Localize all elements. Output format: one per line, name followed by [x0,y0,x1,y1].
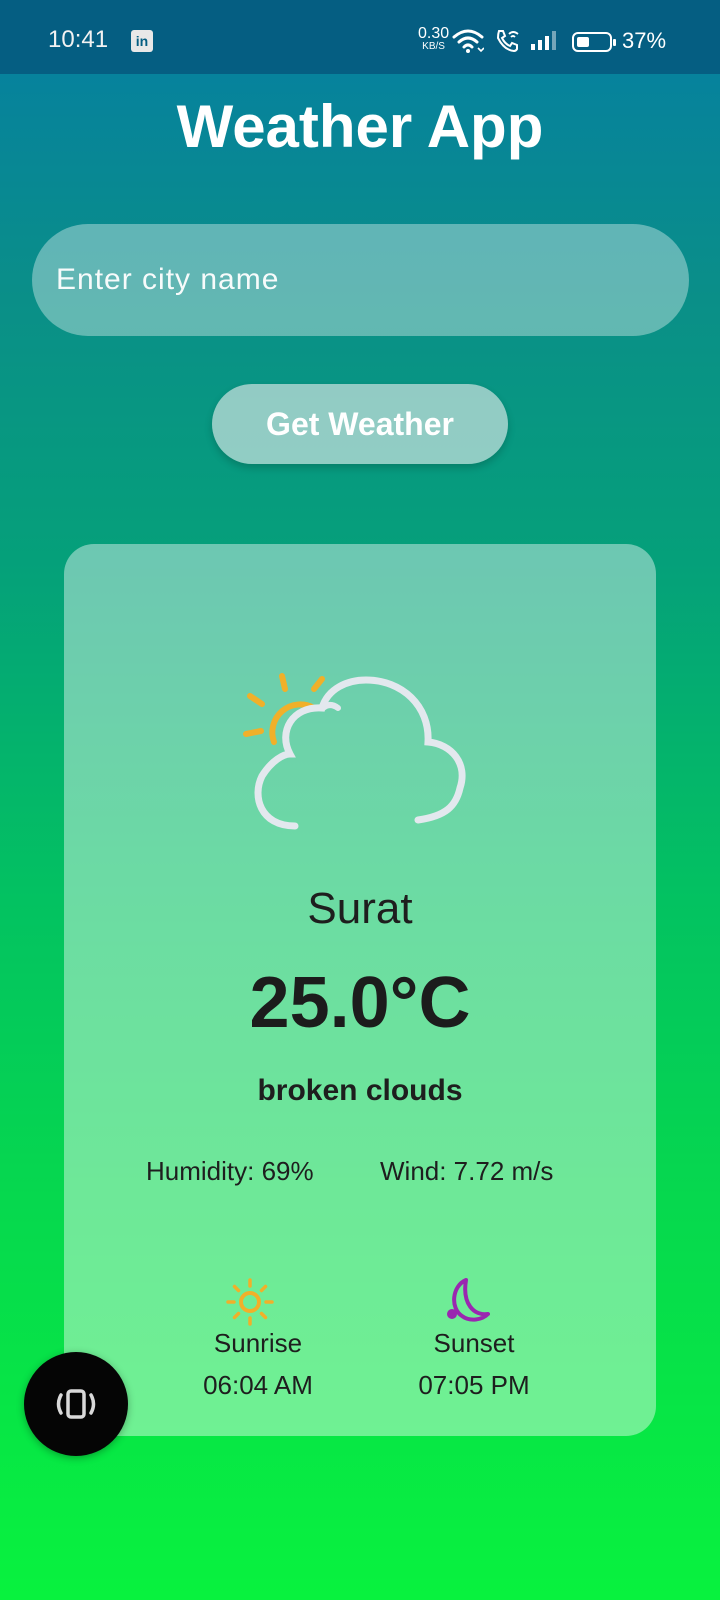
weather-card: Surat 25.0°C broken clouds Humidity: 69%… [64,544,656,1436]
page-title: Weather App [176,93,544,160]
sunset-time: 07:05 PM [418,1370,530,1400]
wifi-call-icon [496,30,519,53]
weather-description: broken clouds [257,1074,463,1107]
city-name: Surat [307,884,413,933]
get-weather-button[interactable]: Get Weather [212,384,508,464]
network-speed-value: 0.30 [418,25,450,42]
wind-value: Wind: 7.72 m/s [380,1156,554,1186]
network-speed-unit: KB/S [422,41,445,52]
screen-rotate-icon [56,1389,96,1419]
network-speed: 0.30 KB/S [418,26,449,52]
sunrise-label: Sunrise [213,1328,303,1358]
signal-icon [531,31,556,50]
city-search-input[interactable] [32,224,689,336]
moon-icon [447,1278,490,1322]
sun-icon [226,1278,274,1326]
temperature: 25.0°C [249,963,471,1043]
wifi-icon [452,29,484,53]
partly-cloudy-icon [243,673,466,830]
battery-level [577,37,589,47]
status-bar: 10:41 in 0.30 KB/S 37% [0,0,720,74]
sunset-label: Sunset [433,1328,515,1358]
battery-icon [572,32,616,52]
sunrise-time: 06:04 AM [203,1370,313,1400]
linkedin-icon: in [131,30,153,52]
humidity-value: Humidity: 69% [146,1156,314,1186]
status-time: 10:41 [48,26,109,53]
battery-percent: 37% [622,28,667,53]
screen-rotate-button[interactable] [24,1352,128,1456]
